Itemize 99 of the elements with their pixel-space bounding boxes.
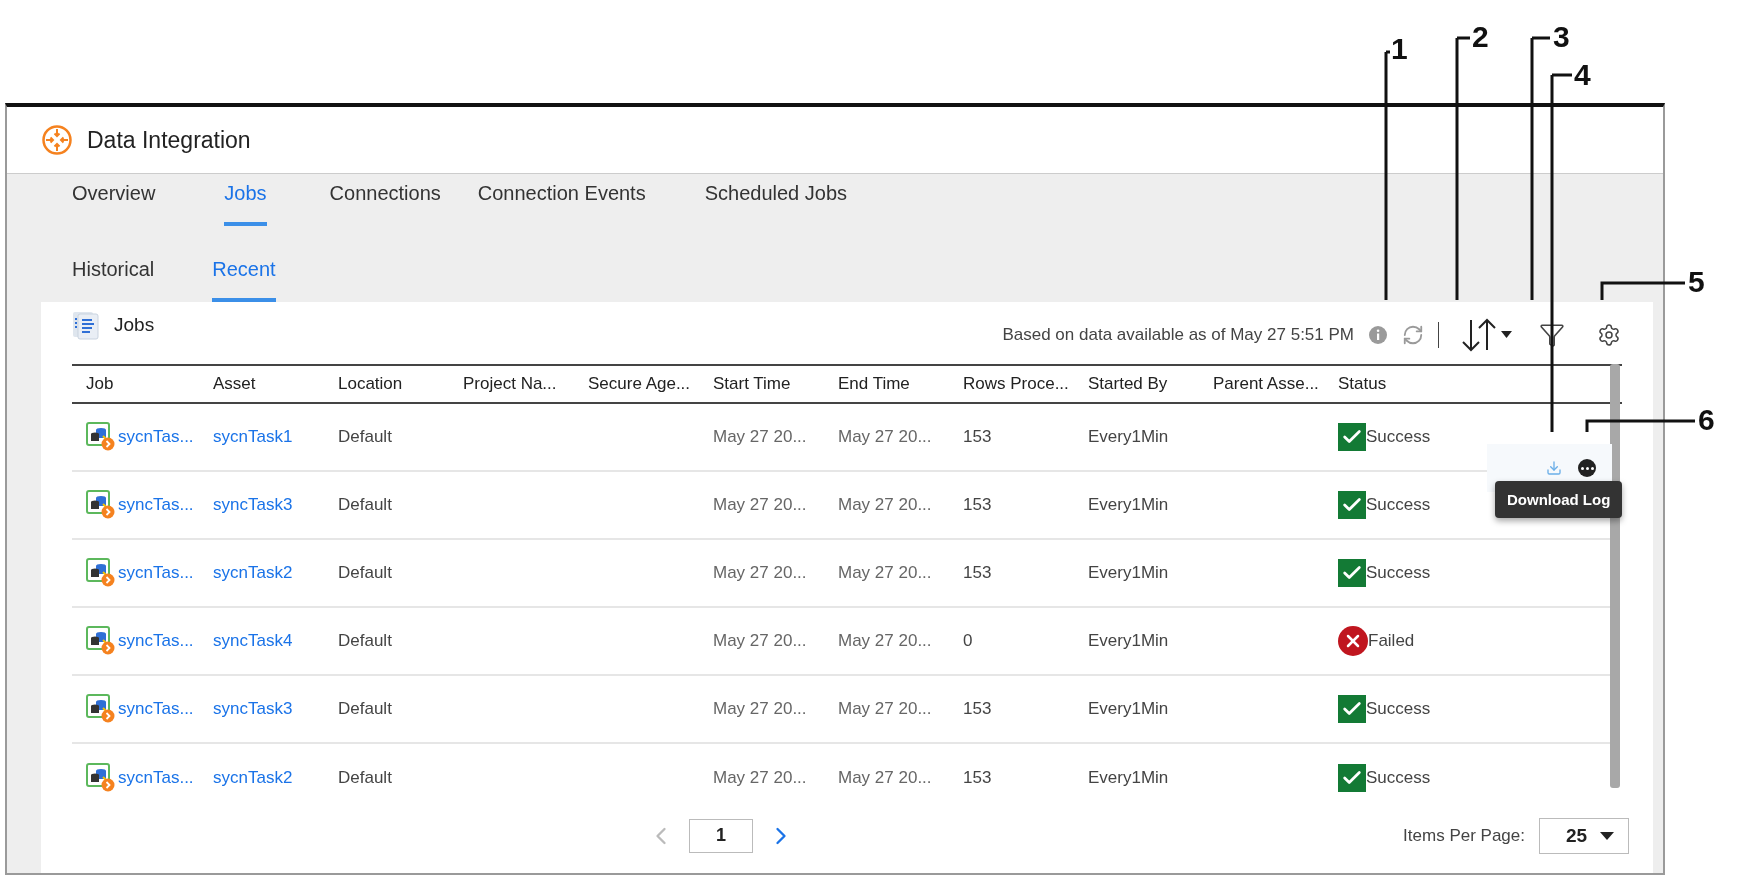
task-icon	[86, 694, 116, 724]
table-cell-text: Default	[337, 495, 392, 515]
table-cell-text: Default	[337, 631, 392, 651]
callout-number: 5	[1688, 267, 1705, 297]
refresh-button[interactable]	[1402, 324, 1424, 346]
asset-link[interactable]: syncTask3	[213, 495, 293, 515]
table-cell-text: Every1Min	[1087, 495, 1169, 515]
column-header: Asset	[212, 374, 257, 394]
table-cell-text: Default	[337, 699, 392, 719]
success-icon	[1338, 491, 1366, 519]
items-per-page-select[interactable]: 25	[1539, 817, 1629, 854]
table-cell-text: Default	[337, 563, 392, 583]
success-icon	[1338, 559, 1366, 587]
data-note: Based on data available as of May 27 5:51 PM	[1002, 325, 1354, 345]
asset-link[interactable]: sycnTask2	[213, 768, 293, 788]
app-title: Data Integration	[87, 126, 251, 154]
settings-button[interactable]	[1597, 323, 1621, 347]
panel-title: Jobs	[114, 314, 155, 336]
job-link[interactable]: syncTas...	[118, 631, 194, 651]
callout-number: 4	[1574, 60, 1591, 90]
column-header: Status	[1337, 374, 1388, 394]
tab[interactable]: Historical	[72, 258, 155, 302]
table-cell-text: May 27 20...	[837, 495, 932, 515]
table-cell-text: 153	[962, 495, 992, 515]
column-header: Start Time	[712, 374, 792, 394]
table-cell-text: May 27 20...	[712, 495, 807, 515]
table-cell-text: May 27 20...	[712, 768, 807, 788]
callout-number: 2	[1472, 22, 1489, 52]
callout-number: 1	[1391, 34, 1408, 64]
column-header: Started By	[1087, 374, 1169, 394]
table-cell-text: 153	[962, 427, 992, 447]
column-header: Job	[85, 374, 115, 394]
job-link[interactable]: sycnTas...	[118, 563, 194, 583]
caret-icon	[1600, 831, 1614, 840]
asset-link[interactable]: syncTask4	[213, 631, 293, 651]
asset-link[interactable]: sycnTask2	[213, 563, 293, 583]
table-cell-text: May 27 20...	[712, 563, 807, 583]
job-link[interactable]: syncTas...	[118, 699, 194, 719]
asset-link[interactable]: sycnTask1	[213, 427, 293, 447]
column-header: Location	[337, 374, 404, 394]
table-cell-text: May 27 20...	[837, 768, 932, 788]
tab[interactable]: Jobs	[224, 182, 267, 226]
failed-icon	[1338, 626, 1368, 656]
tab[interactable]: Scheduled Jobs	[704, 182, 847, 226]
status-text: Success	[1366, 699, 1431, 719]
table-cell-text: Every1Min	[1087, 631, 1169, 651]
task-icon	[86, 490, 116, 520]
items-per-page-label: Items Per Page:	[1403, 825, 1525, 846]
table-cell-text: Every1Min	[1087, 768, 1169, 788]
callout-number: 6	[1698, 405, 1715, 435]
table-cell-text: May 27 20...	[837, 563, 932, 583]
tooltip: Download Log	[1495, 481, 1623, 518]
status-text: Success	[1366, 427, 1431, 447]
success-icon	[1338, 764, 1366, 792]
table-cell-text: May 27 20...	[837, 427, 932, 447]
sort-button[interactable]	[1461, 318, 1513, 352]
column-header: End Time	[837, 374, 911, 394]
column-header: Project Na...	[462, 374, 558, 394]
task-icon	[86, 422, 116, 452]
success-icon	[1338, 423, 1366, 451]
status-text: Success	[1366, 768, 1431, 788]
table-cell-text: Every1Min	[1087, 699, 1169, 719]
status-text: Success	[1366, 563, 1431, 583]
tab[interactable]: Overview	[72, 182, 156, 226]
table-cell-text: Every1Min	[1087, 427, 1169, 447]
table-cell-text: 0	[962, 631, 973, 651]
column-header: Parent Asse...	[1212, 374, 1320, 394]
page-input[interactable]: 1	[689, 818, 753, 853]
job-link[interactable]: sycnTas...	[118, 768, 194, 788]
table-cell-text: May 27 20...	[837, 699, 932, 719]
callout-number: 3	[1553, 22, 1570, 52]
table-cell-text: 153	[962, 563, 992, 583]
success-icon	[1338, 695, 1366, 723]
info-icon[interactable]	[1368, 325, 1388, 345]
table-cell-text: May 27 20...	[712, 427, 807, 447]
table-cell-text: May 27 20...	[712, 699, 807, 719]
tab[interactable]: Connections	[329, 182, 441, 226]
more-icon[interactable]	[1578, 459, 1596, 477]
task-icon	[86, 626, 116, 656]
status-text: Failed	[1368, 631, 1415, 651]
table-cell-text: Default	[337, 768, 392, 788]
task-icon	[86, 763, 116, 793]
app-logo-icon	[41, 124, 73, 156]
table-cell-text: Every1Min	[1087, 563, 1169, 583]
document-icon	[72, 310, 100, 340]
table-cell-text: Default	[337, 427, 392, 447]
job-link[interactable]: syncTas...	[118, 495, 194, 515]
job-link[interactable]: sycnTas...	[118, 427, 194, 447]
column-header: Rows Proce...	[962, 374, 1070, 394]
table-cell-text: May 27 20...	[712, 631, 807, 651]
status-text: Success	[1366, 495, 1431, 515]
column-header: Secure Age...	[587, 374, 692, 394]
task-icon	[86, 558, 116, 588]
table-cell-text: 153	[962, 699, 992, 719]
filter-button[interactable]	[1539, 322, 1565, 348]
tab[interactable]: Connection Events	[477, 182, 646, 226]
table-cell-text: May 27 20...	[837, 631, 932, 651]
table-cell-text: 153	[962, 768, 992, 788]
asset-link[interactable]: syncTask3	[213, 699, 293, 719]
